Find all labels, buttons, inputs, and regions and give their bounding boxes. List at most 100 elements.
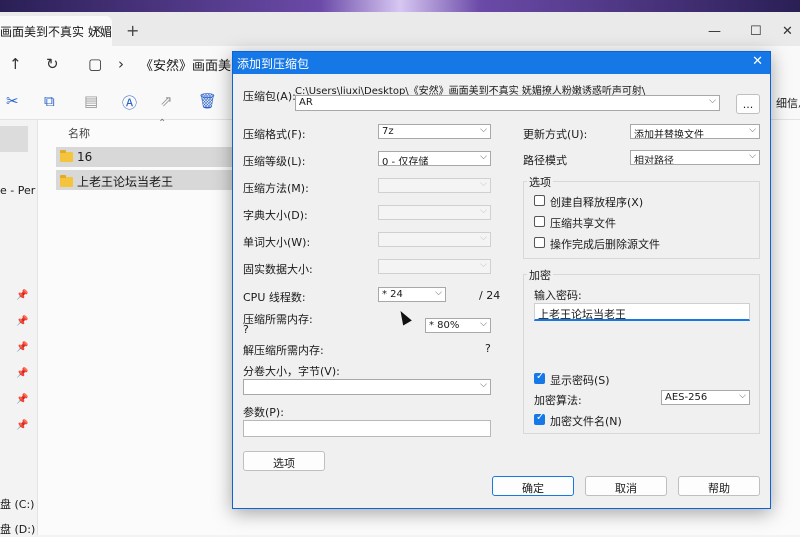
cut-icon[interactable]: ✂ <box>6 92 19 110</box>
update-select[interactable]: 添加并替换文件 ⌵ <box>630 124 760 139</box>
chevron-down-icon: ⌵ <box>480 233 487 243</box>
chevron-down-icon: ⌵ <box>749 151 756 161</box>
shared-label[interactable]: 压缩共享文件 <box>550 215 616 231</box>
level-label: 压缩等级(L): <box>243 155 306 168</box>
chevron-down-icon: ⌵ <box>709 96 716 106</box>
shared-checkbox[interactable] <box>534 216 545 227</box>
pathmode-label: 路径模式 <box>523 154 567 167</box>
method-label: 压缩方法(M): <box>243 182 309 195</box>
sfx-checkbox[interactable] <box>534 195 545 206</box>
mem-decomp-label: 解压缩所需内存: <box>243 344 324 357</box>
paste-icon[interactable]: ▤ <box>84 92 98 110</box>
params-input[interactable] <box>243 420 491 437</box>
options-group-title: 选项 <box>527 174 553 190</box>
split-label: 分卷大小，字节(V): <box>243 365 340 378</box>
archive-label: 压缩包(A): <box>243 90 296 103</box>
new-tab-icon[interactable]: + <box>126 21 139 40</box>
mem-percent-select[interactable]: * 80% ⌵ <box>425 318 491 333</box>
explorer-sidebar: e - Per 📌 📌 📌 📌 📌 📌 盘 (C:) 盘 (D:) <box>0 120 38 536</box>
encrypt-group-title: 加密 <box>527 267 553 283</box>
dialog-title: 添加到压缩包 <box>237 57 310 71</box>
dict-label: 字典大小(D): <box>243 209 308 222</box>
chevron-down-icon: ⌵ <box>480 319 487 329</box>
chevron-down-icon: ⌵ <box>480 179 487 189</box>
level-select[interactable]: 0 - 仅存储 ⌵ <box>378 151 491 166</box>
rename-icon[interactable]: Ⓐ <box>122 92 137 113</box>
folder-icon <box>60 150 73 162</box>
sidebar-selected-item[interactable] <box>0 126 28 152</box>
solid-label: 固实数据大小: <box>243 263 313 276</box>
pin-icon: 📌 <box>16 420 29 431</box>
delete-label[interactable]: 操作完成后删除源文件 <box>550 236 660 252</box>
mem-decomp-value: ? <box>485 342 491 355</box>
pin-icon: 📌 <box>16 394 29 405</box>
delete-icon[interactable]: 🗑 <box>198 92 217 110</box>
wallpaper-strip <box>0 0 800 12</box>
cpu-total: / 24 <box>479 289 501 302</box>
format-select[interactable]: 7z ⌵ <box>378 124 491 139</box>
ok-button[interactable]: 确定 <box>492 476 574 496</box>
view-icon[interactable]: ▢ <box>88 55 102 73</box>
update-label: 更新方式(U): <box>523 128 588 141</box>
copy-icon[interactable]: ⧉ <box>44 92 55 110</box>
delete-checkbox[interactable] <box>534 237 545 248</box>
enc-method-label: 加密算法: <box>534 394 582 407</box>
chevron-down-icon: ⌵ <box>480 206 487 216</box>
format-label: 压缩格式(F): <box>243 128 306 141</box>
help-button[interactable]: 帮助 <box>678 476 760 496</box>
explorer-tab[interactable]: 画面美到不真实 妩媚 × <box>0 16 112 46</box>
encrypt-filenames-checkbox[interactable] <box>534 412 545 425</box>
chevron-down-icon: ⌵ <box>749 125 756 135</box>
chevron-right-icon: › <box>118 55 124 73</box>
sfx-label[interactable]: 创建自释放程序(X) <box>550 194 643 210</box>
password-input[interactable]: 上老王论坛当老王 <box>534 303 750 321</box>
show-password-checkbox[interactable] <box>534 371 545 384</box>
pwd-label: 输入密码: <box>534 289 582 302</box>
up-arrow-icon[interactable]: ↑ <box>9 55 22 73</box>
chevron-down-icon: ⌵ <box>480 260 487 270</box>
params-label: 参数(P): <box>243 406 284 419</box>
solid-select[interactable]: ⌵ <box>378 259 491 274</box>
browse-button[interactable]: ... <box>736 94 760 114</box>
word-label: 单词大小(W): <box>243 236 311 249</box>
explorer-tabbar: 画面美到不真实 妩媚 × + — ☐ ✕ <box>0 12 800 46</box>
encrypt-filenames-label[interactable]: 加密文件名(N) <box>550 413 622 429</box>
column-header-name[interactable]: 名称 <box>68 125 90 141</box>
dict-select[interactable]: ⌵ <box>378 205 491 220</box>
add-to-archive-dialog: 添加到压缩包 ✕ 压缩包(A): C:\Users\liuxi\Desktop\… <box>232 51 771 509</box>
mem-comp-value: ? <box>243 323 249 336</box>
show-password-label[interactable]: 显示密码(S) <box>550 372 610 388</box>
sidebar-item-onedrive[interactable]: e - Per <box>0 184 35 197</box>
pin-icon: 📌 <box>16 368 29 379</box>
chevron-down-icon: ⌵ <box>480 380 487 390</box>
chevron-down-icon: ⌵ <box>480 152 487 162</box>
tab-close-icon[interactable]: × <box>92 23 103 38</box>
cancel-button[interactable]: 取消 <box>585 476 667 496</box>
dialog-close-icon[interactable]: ✕ <box>752 54 763 69</box>
archive-name-combo[interactable]: AR ⌵ <box>295 95 720 111</box>
dialog-titlebar[interactable]: 添加到压缩包 ✕ <box>233 52 770 74</box>
maximize-icon[interactable]: ☐ <box>750 24 762 39</box>
options-button[interactable]: 选项 <box>243 451 325 471</box>
folder-icon <box>60 175 73 187</box>
minimize-icon[interactable]: — <box>708 24 721 39</box>
cpu-label: CPU 线程数: <box>243 291 306 304</box>
pin-icon: 📌 <box>16 342 29 353</box>
method-select[interactable]: ⌵ <box>378 178 491 193</box>
word-select[interactable]: ⌵ <box>378 232 491 247</box>
cpu-select[interactable]: * 24 ⌵ <box>378 287 446 302</box>
pathmode-select[interactable]: 相对路径 ⌵ <box>630 150 760 165</box>
enc-method-select[interactable]: AES-256 ⌵ <box>661 390 750 405</box>
split-select[interactable]: ⌵ <box>243 379 491 395</box>
details-button[interactable]: 细信息 <box>776 95 800 111</box>
mouse-cursor-icon <box>396 308 412 326</box>
sort-caret-icon: ⌃ <box>158 118 167 129</box>
share-icon[interactable]: ⇗ <box>160 92 173 110</box>
chevron-down-icon: ⌵ <box>435 288 442 298</box>
sidebar-item-drive-c[interactable]: 盘 (C:) <box>0 496 34 512</box>
refresh-icon[interactable]: ↻ <box>46 55 59 73</box>
pin-icon: 📌 <box>16 316 29 327</box>
close-window-icon[interactable]: ✕ <box>782 24 793 39</box>
pin-icon: 📌 <box>16 290 29 301</box>
chevron-down-icon: ⌵ <box>739 391 746 401</box>
